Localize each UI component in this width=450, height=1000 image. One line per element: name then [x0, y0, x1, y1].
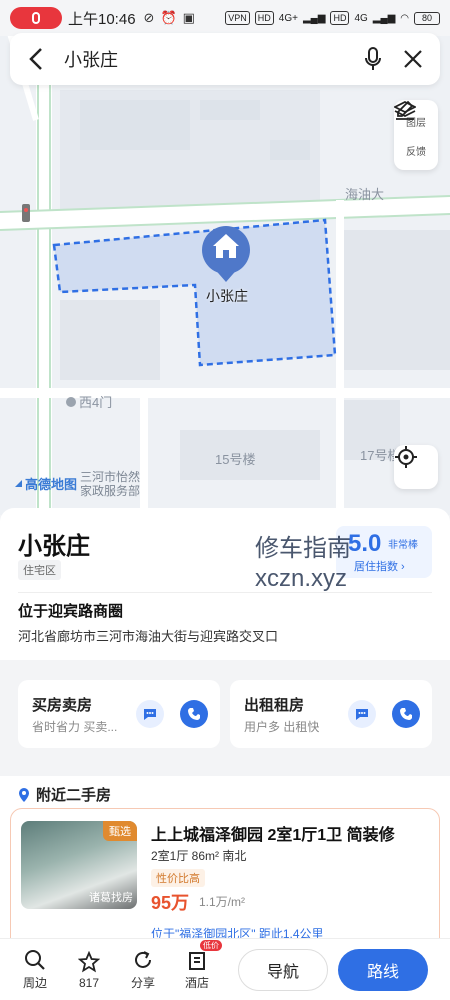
- share-icon: [135, 951, 151, 968]
- score-value: 5.0: [348, 530, 382, 557]
- phone-button[interactable]: [392, 700, 420, 728]
- map-poi-gate[interactable]: 西4门: [66, 392, 112, 411]
- chat-button[interactable]: [348, 700, 376, 728]
- mic-icon: [32, 12, 40, 24]
- service-card-buy-sell[interactable]: 买房卖房 省时省力 买卖...: [18, 680, 220, 748]
- hotel-icon: [189, 952, 205, 970]
- watermark-line2: xczn.xyz: [255, 565, 348, 592]
- microphone-icon: [365, 47, 381, 70]
- logo-text: 高德地图: [25, 477, 78, 492]
- edit-icon: [396, 100, 414, 120]
- tab-favorites[interactable]: 817: [62, 950, 116, 990]
- map-label-gate: 西4门: [79, 395, 113, 410]
- close-icon: [404, 50, 422, 68]
- listing-tag: 甄选: [103, 821, 137, 841]
- poi-service-line2: 家政服务部: [80, 484, 141, 498]
- signal-4gplus: 4G+: [278, 12, 298, 24]
- listing-badge: 性价比高: [151, 869, 205, 887]
- hd-icon-2: HD: [330, 11, 350, 25]
- route-button[interactable]: 路线: [338, 949, 428, 991]
- navigate-button[interactable]: 导航: [238, 949, 328, 991]
- service-card-title: 买房卖房: [32, 697, 93, 714]
- watermark-line1: 修车指南: [255, 535, 351, 562]
- tab-nearby[interactable]: 周边: [8, 948, 62, 991]
- hotel-badge: 低价: [200, 940, 222, 951]
- nearby-heading-text: 附近二手房: [36, 787, 112, 804]
- service-card-subtitle: 用户多 出租快: [244, 720, 320, 734]
- nfc-icon: ▣: [182, 10, 195, 25]
- chat-icon: [356, 709, 368, 720]
- place-detail-sheet: 小张庄 住宅区 5.0 非常棒 居住指数 › 修车指南 xczn.xyz 位于迎…: [0, 508, 450, 1000]
- map-label-road: 海油大: [345, 187, 385, 202]
- tab-share[interactable]: 分享: [116, 948, 170, 991]
- map-poi-service[interactable]: 三河市怡然 家政服务部: [80, 470, 140, 498]
- vpn-icon: VPN: [225, 11, 250, 25]
- address: 河北省廊坊市三河市海油大街与迎宾路交叉口: [18, 629, 279, 644]
- location-pin-icon: [19, 787, 29, 802]
- search-input[interactable]: 小张庄: [64, 46, 346, 72]
- phone-icon: [188, 708, 200, 720]
- listing-unit-price: 1.1万/m²: [199, 895, 246, 909]
- voice-search-button[interactable]: [360, 46, 386, 72]
- map-tools: 图层 反馈: [394, 100, 438, 170]
- service-card-title: 出租租房: [244, 697, 305, 714]
- service-card-subtitle: 省时省力 买卖...: [32, 720, 118, 734]
- recording-indicator[interactable]: [10, 7, 62, 29]
- star-icon: [78, 950, 100, 972]
- search-icon: [25, 950, 45, 970]
- mute-icon: ⊘: [143, 10, 155, 25]
- signal-4g: 4G: [354, 12, 368, 24]
- chat-icon: [144, 709, 156, 720]
- back-button[interactable]: [24, 47, 48, 71]
- score-tag: 非常棒: [388, 540, 418, 551]
- search-bar: 小张庄: [10, 33, 440, 85]
- status-icons-right: VPN HD 4G+ ▂▄▆ HD 4G ▂▄▆ ◠ 80: [225, 11, 440, 25]
- locate-button[interactable]: [394, 445, 438, 489]
- map-logo: 高德地图: [8, 474, 77, 493]
- watermark: 修车指南 xczn.xyz: [255, 534, 351, 594]
- listing-title: 上上城福泽御园 2室1厅1卫 简装修: [151, 827, 395, 844]
- logo-icon: [8, 480, 22, 487]
- battery-icon: 80: [414, 11, 440, 25]
- map-label-building15: 15号楼: [215, 452, 256, 467]
- back-icon: [29, 48, 42, 70]
- divider: [18, 592, 432, 593]
- bottom-toolbar: 周边 817 分享 低价 酒店 导航 路线: [0, 938, 450, 1000]
- listing-source: 诸葛找房: [89, 892, 133, 904]
- nearby-heading: 附近二手房: [18, 784, 111, 805]
- score-label: 居住指数 ›: [354, 561, 405, 573]
- poi-service-line1: 三河市怡然: [80, 470, 141, 484]
- tab-share-label: 分享: [130, 976, 155, 990]
- business-circle: 位于迎宾路商圈: [18, 603, 124, 620]
- alarm-icon: ⏰: [160, 10, 177, 25]
- wifi-icon: ◠: [400, 12, 409, 24]
- listing-price: 95万: [151, 893, 190, 913]
- pin-label: 小张庄: [206, 288, 248, 304]
- tab-nearby-label: 周边: [22, 976, 47, 990]
- chat-button[interactable]: [136, 700, 164, 728]
- service-card-rent[interactable]: 出租租房 用户多 出租快: [230, 680, 432, 748]
- signal-icon-1: ▂▄▆: [302, 12, 326, 24]
- place-type-tag: 住宅区: [18, 560, 61, 580]
- feedback-label: 反馈: [406, 147, 426, 158]
- status-icons-left: ⊘ ⏰ ▣: [144, 10, 195, 26]
- locate-icon: [395, 446, 417, 468]
- signal-icon-2: ▂▄▆: [372, 12, 396, 24]
- hd-icon-1: HD: [254, 11, 274, 25]
- score-label-text: 居住指数: [354, 561, 398, 573]
- tab-favorites-label: 817: [78, 975, 100, 990]
- status-bar: 上午10:46 ⊘ ⏰ ▣ VPN HD 4G+ ▂▄▆ HD 4G ▂▄▆ ◠…: [0, 0, 450, 36]
- status-time: 上午10:46: [68, 10, 136, 28]
- tab-hotel-label: 酒店: [184, 976, 209, 990]
- phone-button[interactable]: [180, 700, 208, 728]
- place-title: 小张庄: [18, 533, 90, 560]
- tab-hotel[interactable]: 低价 酒店: [170, 940, 224, 991]
- listing-photo: 甄选 诸葛找房: [21, 821, 137, 909]
- listing-meta: 2室1厅 86m² 南北: [151, 849, 247, 863]
- close-button[interactable]: [400, 46, 426, 72]
- poi-pin-icon: [66, 396, 76, 407]
- phone-icon: [400, 708, 412, 720]
- feedback-button[interactable]: 反馈: [394, 100, 438, 164]
